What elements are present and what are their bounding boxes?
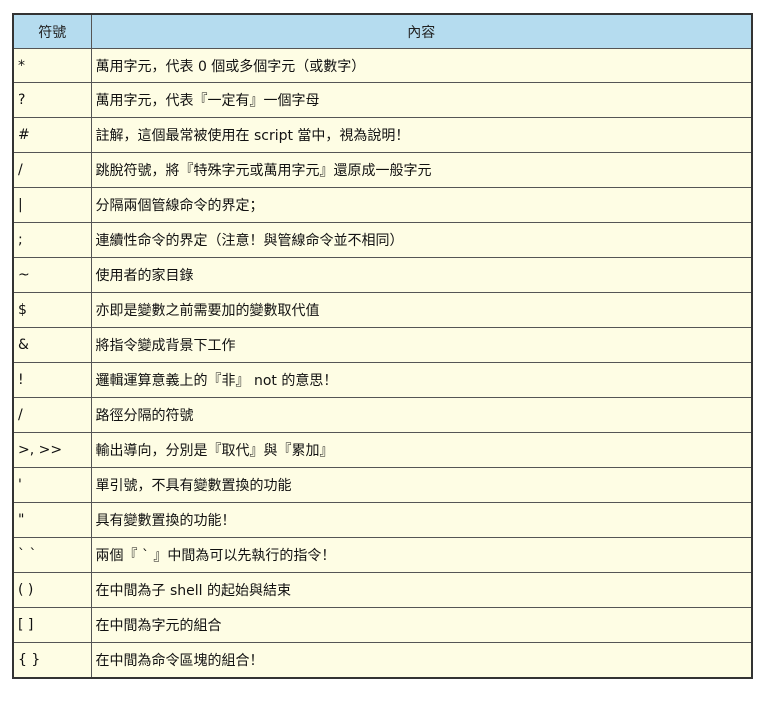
- symbol-cell: $: [12, 292, 92, 328]
- symbol-cell: &: [12, 327, 92, 363]
- symbol-cell: [ ]: [12, 607, 92, 643]
- header-symbol: 符號: [12, 13, 92, 49]
- symbol-cell: ` `: [12, 537, 92, 573]
- symbol-cell: ( ): [12, 572, 92, 608]
- content-cell: 萬用字元，代表 0 個或多個字元（或數字）: [90, 48, 753, 83]
- table-row: " 具有變數置換的功能！: [12, 502, 753, 538]
- symbol-cell: /: [12, 397, 92, 433]
- table-row: ' 單引號，不具有變數置換的功能: [12, 467, 753, 503]
- symbol-cell: /: [12, 152, 92, 188]
- table-row: ? 萬用字元，代表『一定有』一個字母: [12, 82, 753, 118]
- content-cell: 亦即是變數之前需要加的變數取代值: [90, 292, 753, 328]
- table-row: * 萬用字元，代表 0 個或多個字元（或數字）: [12, 48, 753, 83]
- table-row: ( ) 在中間為子 shell 的起始與結束: [12, 572, 753, 608]
- content-cell: 在中間為命令區塊的組合！: [90, 642, 753, 679]
- content-cell: 具有變數置換的功能！: [90, 502, 753, 538]
- content-cell: 註解，這個最常被使用在 script 當中，視為說明！: [90, 117, 753, 153]
- table-row: { } 在中間為命令區塊的組合！: [12, 642, 753, 679]
- content-cell: 跳脫符號，將『特殊字元或萬用字元』還原成一般字元: [90, 152, 753, 188]
- header-content: 內容: [90, 13, 753, 49]
- content-cell: 在中間為子 shell 的起始與結束: [90, 572, 753, 608]
- symbol-cell: ': [12, 467, 92, 503]
- symbol-table-container: 符號 內容 * 萬用字元，代表 0 個或多個字元（或數字） ? 萬用字元，代表『一定…: [12, 13, 753, 679]
- symbol-cell: ?: [12, 82, 92, 118]
- symbol-cell: ~: [12, 257, 92, 293]
- table-row: | 分隔兩個管線命令的界定；: [12, 187, 753, 223]
- table-row: ; 連續性命令的界定（注意！與管線命令並不相同）: [12, 222, 753, 258]
- content-cell: 路徑分隔的符號: [90, 397, 753, 433]
- table-row: & 將指令變成背景下工作: [12, 327, 753, 363]
- table-row: ! 邏輯運算意義上的『非』 not 的意思！: [12, 362, 753, 398]
- symbol-cell: ;: [12, 222, 92, 258]
- table-row: >, >> 輸出導向，分別是『取代』與『累加』: [12, 432, 753, 468]
- content-cell: 使用者的家目錄: [90, 257, 753, 293]
- table-row: [ ] 在中間為字元的組合: [12, 607, 753, 643]
- symbol-cell: !: [12, 362, 92, 398]
- content-cell: 單引號，不具有變數置換的功能: [90, 467, 753, 503]
- symbol-table: 符號 內容 * 萬用字元，代表 0 個或多個字元（或數字） ? 萬用字元，代表『一定…: [12, 13, 753, 679]
- symbol-cell: #: [12, 117, 92, 153]
- table-row: ` ` 兩個『 ` 』中間為可以先執行的指令！: [12, 537, 753, 573]
- content-cell: 連續性命令的界定（注意！與管線命令並不相同）: [90, 222, 753, 258]
- table-row: # 註解，這個最常被使用在 script 當中，視為說明！: [12, 117, 753, 153]
- table-row: / 跳脫符號，將『特殊字元或萬用字元』還原成一般字元: [12, 152, 753, 188]
- content-cell: 分隔兩個管線命令的界定；: [90, 187, 753, 223]
- table-row: $ 亦即是變數之前需要加的變數取代值: [12, 292, 753, 328]
- symbol-cell: { }: [12, 642, 92, 679]
- content-cell: 將指令變成背景下工作: [90, 327, 753, 363]
- content-cell: 兩個『 ` 』中間為可以先執行的指令！: [90, 537, 753, 573]
- table-row: / 路徑分隔的符號: [12, 397, 753, 433]
- symbol-cell: |: [12, 187, 92, 223]
- content-cell: 邏輯運算意義上的『非』 not 的意思！: [90, 362, 753, 398]
- symbol-cell: >, >>: [12, 432, 92, 468]
- symbol-cell: *: [12, 48, 92, 83]
- table-header-row: 符號 內容: [12, 13, 753, 49]
- content-cell: 萬用字元，代表『一定有』一個字母: [90, 82, 753, 118]
- symbol-cell: ": [12, 502, 92, 538]
- table-row: ~ 使用者的家目錄: [12, 257, 753, 293]
- content-cell: 在中間為字元的組合: [90, 607, 753, 643]
- content-cell: 輸出導向，分別是『取代』與『累加』: [90, 432, 753, 468]
